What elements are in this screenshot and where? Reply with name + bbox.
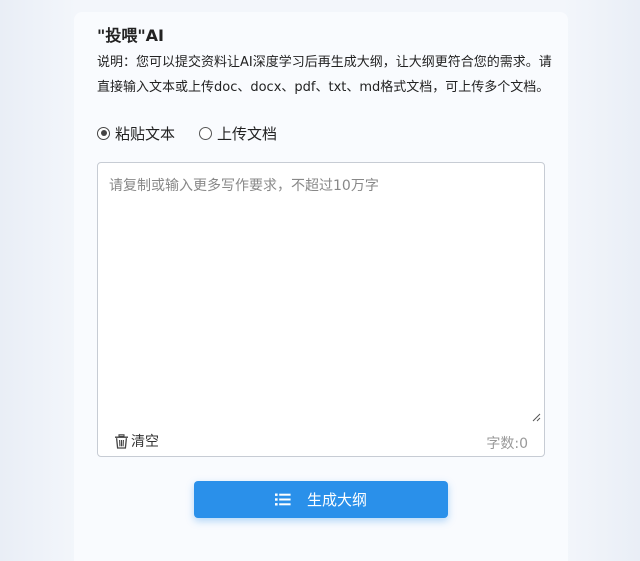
resize-handle-icon[interactable] <box>532 413 541 422</box>
requirements-textarea[interactable] <box>98 163 544 425</box>
radio-upload-doc[interactable]: 上传文档 <box>199 123 277 144</box>
text-input-container: 清空 字数:0 <box>97 162 545 457</box>
generate-outline-label: 生成大纲 <box>306 491 367 509</box>
clear-button[interactable]: 清空 <box>114 431 159 451</box>
trash-icon <box>115 433 128 449</box>
radio-label-upload-doc: 上传文档 <box>217 124 278 143</box>
list-icon <box>274 493 291 506</box>
input-mode-radio-group: 粘贴文本 上传文档 <box>97 122 301 144</box>
section-title: "投喂"AI <box>97 26 165 45</box>
radio-paste-text[interactable]: 粘贴文本 <box>97 123 175 144</box>
word-count: 字数:0 <box>486 436 528 452</box>
radio-label-paste-text: 粘贴文本 <box>115 124 176 143</box>
radio-checked-icon[interactable] <box>97 126 110 140</box>
clear-label: 清空 <box>131 434 159 450</box>
radio-unchecked-icon[interactable] <box>199 126 213 140</box>
description-text: 说明：您可以提交资料让AI深度学习后再生成大纲，让大纲更符合您的需求。请直接输入… <box>97 55 552 95</box>
generate-outline-button[interactable]: 生成大纲 <box>194 481 448 518</box>
